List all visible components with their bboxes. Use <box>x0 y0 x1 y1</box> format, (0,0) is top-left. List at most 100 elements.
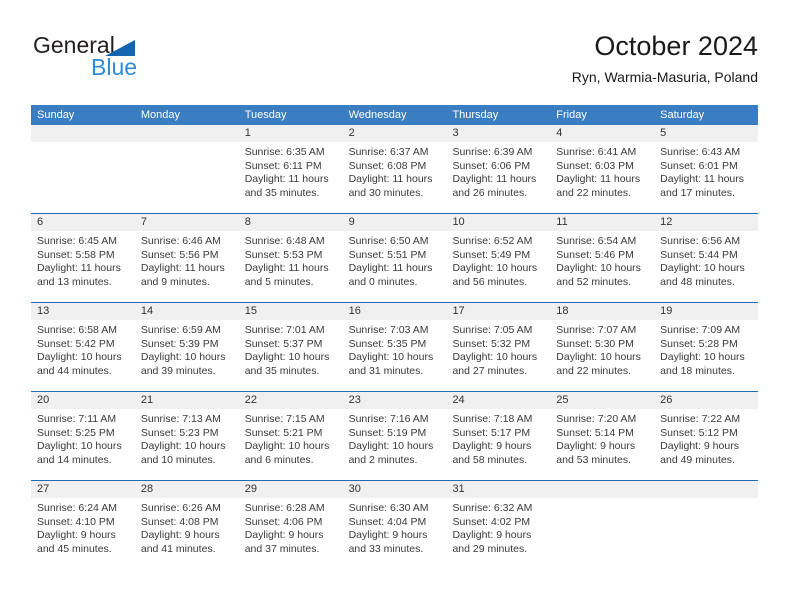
calendar-day-cell[interactable]: 2 Sunrise: 6:37 AM Sunset: 6:08 PM Daylight… <box>342 125 447 213</box>
daylight-text-line2: and 27 minutes. <box>452 364 528 377</box>
calendar-day-cell[interactable]: 17 Sunrise: 7:05 AM Sunset: 5:32 PM Dayligh… <box>446 303 551 391</box>
weekday-header-friday: Friday <box>556 109 587 121</box>
calendar-day-cell[interactable]: 6 Sunrise: 6:45 AM Sunset: 5:58 PM Daylight… <box>31 214 135 302</box>
daylight-text-line1: Daylight: 10 hours <box>37 351 122 363</box>
sunset-text: Sunset: 4:02 PM <box>452 515 531 528</box>
sunrise-text: Sunrise: 7:07 AM <box>556 324 637 336</box>
sunrise-text: Sunrise: 6:43 AM <box>660 146 741 158</box>
sunset-text: Sunset: 5:30 PM <box>556 337 634 350</box>
daylight-text-line2: and 22 minutes. <box>556 364 632 377</box>
calendar-day-cell[interactable]: 12 Sunrise: 6:56 AM Sunset: 5:44 PM Dayligh… <box>654 214 759 302</box>
sunrise-text: Sunrise: 7:20 AM <box>556 413 637 425</box>
weekday-header-tuesday: Tuesday <box>244 109 287 121</box>
calendar-day-cell[interactable]: 8 Sunrise: 6:48 AM Sunset: 5:53 PM Daylight… <box>238 214 343 302</box>
sunrise-text: Sunrise: 6:28 AM <box>244 502 325 514</box>
calendar-day-cell[interactable]: 3 Sunrise: 6:39 AM Sunset: 6:06 PM Daylight… <box>446 125 551 213</box>
day-details: Sunrise: 7:18 AM Sunset: 5:17 PM Daylight:… <box>446 409 550 467</box>
calendar-day-cell[interactable]: 9 Sunrise: 6:50 AM Sunset: 5:51 PM Daylight… <box>342 214 447 302</box>
daylight-text-line2: and 52 minutes. <box>556 275 632 288</box>
calendar-day-cell[interactable]: 23 Sunrise: 7:16 AM Sunset: 5:19 PM Dayligh… <box>342 392 447 480</box>
calendar-day-cell[interactable]: 31 Sunrise: 6:32 AM Sunset: 4:02 PM Dayligh… <box>446 481 551 569</box>
general-blue-logo[interactable]: General Blue <box>31 30 231 86</box>
calendar-day-cell[interactable]: 29 Sunrise: 6:28 AM Sunset: 4:06 PM Dayligh… <box>238 481 343 569</box>
calendar-day-cell[interactable]: 1 Sunrise: 6:35 AM Sunset: 6:11 PM Daylight… <box>238 125 343 213</box>
calendar-day-cell[interactable]: 11 Sunrise: 6:54 AM Sunset: 5:46 PM Dayligh… <box>550 214 655 302</box>
calendar-day-cell[interactable]: 13 Sunrise: 6:58 AM Sunset: 5:42 PM Dayligh… <box>31 303 135 391</box>
day-details: Sunrise: 7:15 AM Sunset: 5:21 PM Daylight:… <box>239 409 343 467</box>
day-number: 26 <box>654 392 759 409</box>
calendar-day-cell[interactable]: 27 Sunrise: 6:24 AM Sunset: 4:10 PM Dayligh… <box>31 481 135 569</box>
day-details: Sunrise: 6:56 AM Sunset: 5:44 PM Daylight:… <box>654 231 758 289</box>
calendar-week-row: 1 Sunrise: 6:35 AM Sunset: 6:11 PM Daylight… <box>31 125 759 213</box>
calendar-day-cell[interactable]: 14 Sunrise: 6:59 AM Sunset: 5:39 PM Dayligh… <box>134 303 239 391</box>
calendar-day-cell[interactable]: 7 Sunrise: 6:46 AM Sunset: 5:56 PM Daylight… <box>134 214 239 302</box>
daylight-text-line1: Daylight: 11 hours <box>556 173 641 185</box>
calendar-week-inner: 1 Sunrise: 6:35 AM Sunset: 6:11 PM Daylight… <box>31 125 759 213</box>
sunset-text: Sunset: 6:08 PM <box>348 159 427 172</box>
calendar-day-cell[interactable]: 5 Sunrise: 6:43 AM Sunset: 6:01 PM Daylight… <box>654 125 759 213</box>
calendar-day-cell[interactable]: 30 Sunrise: 6:30 AM Sunset: 4:04 PM Dayligh… <box>342 481 447 569</box>
calendar-day-cell[interactable]: 22 Sunrise: 7:15 AM Sunset: 5:21 PM Dayligh… <box>238 392 343 480</box>
daylight-text-line2: and 18 minutes. <box>660 364 735 377</box>
calendar-day-cell[interactable]: 19 Sunrise: 7:09 AM Sunset: 5:28 PM Dayligh… <box>654 303 759 391</box>
day-number: 28 <box>134 481 239 498</box>
sunrise-text: Sunrise: 6:45 AM <box>37 235 117 247</box>
day-number: 20 <box>31 392 135 409</box>
calendar-day-cell[interactable]: 25 Sunrise: 7:20 AM Sunset: 5:14 PM Dayligh… <box>550 392 655 480</box>
title-block: October 2024 Ryn, Warmia-Masuria, Poland <box>572 30 758 86</box>
calendar-day-cell[interactable]: 26 Sunrise: 7:22 AM Sunset: 5:12 PM Dayligh… <box>654 392 759 480</box>
sunset-text: Sunset: 5:12 PM <box>660 426 738 439</box>
sunset-text: Sunset: 4:08 PM <box>140 515 219 528</box>
day-number: 6 <box>31 214 135 231</box>
sunset-text: Sunset: 5:49 PM <box>452 248 531 261</box>
sunrise-text: Sunrise: 7:22 AM <box>660 413 741 425</box>
weekday-header-row: Sunday Monday Tuesday Wednesday Thursday… <box>31 105 758 125</box>
calendar-day-cell[interactable]: 18 Sunrise: 7:07 AM Sunset: 5:30 PM Dayligh… <box>550 303 655 391</box>
daylight-text-line1: Daylight: 10 hours <box>140 351 226 363</box>
daylight-text-line1: Daylight: 10 hours <box>556 262 641 274</box>
sunset-text: Sunset: 5:14 PM <box>556 426 634 439</box>
day-details: Sunrise: 7:03 AM Sunset: 5:35 PM Daylight:… <box>343 320 447 378</box>
daylight-text-line1: Daylight: 11 hours <box>660 173 745 185</box>
day-number: 23 <box>342 392 447 409</box>
calendar-day-cell[interactable]: 28 Sunrise: 6:26 AM Sunset: 4:08 PM Dayligh… <box>134 481 239 569</box>
sunset-text: Sunset: 5:39 PM <box>140 337 219 350</box>
calendar-day-cell[interactable]: 10 Sunrise: 6:52 AM Sunset: 5:49 PM Dayligh… <box>446 214 551 302</box>
sunrise-text: Sunrise: 7:18 AM <box>452 413 533 425</box>
daylight-text-line2: and 49 minutes. <box>660 453 735 466</box>
day-details: Sunrise: 6:30 AM Sunset: 4:04 PM Daylight:… <box>343 498 447 556</box>
calendar-day-cell[interactable]: 16 Sunrise: 7:03 AM Sunset: 5:35 PM Dayligh… <box>342 303 447 391</box>
day-details: Sunrise: 6:41 AM Sunset: 6:03 PM Daylight:… <box>550 142 654 200</box>
calendar-day-cell-empty <box>654 481 759 569</box>
day-details: Sunrise: 7:20 AM Sunset: 5:14 PM Daylight:… <box>550 409 654 467</box>
calendar-day-cell[interactable]: 15 Sunrise: 7:01 AM Sunset: 5:37 PM Dayligh… <box>238 303 343 391</box>
sunset-text: Sunset: 5:32 PM <box>452 337 531 350</box>
daylight-text-line2: and 30 minutes. <box>348 186 424 199</box>
daylight-text-line1: Daylight: 11 hours <box>140 262 225 274</box>
day-details: Sunrise: 6:50 AM Sunset: 5:51 PM Daylight:… <box>343 231 447 289</box>
day-number: 21 <box>134 392 239 409</box>
sunset-text: Sunset: 4:04 PM <box>348 515 427 528</box>
calendar-day-cell[interactable]: 20 Sunrise: 7:11 AM Sunset: 5:25 PM Dayligh… <box>31 392 135 480</box>
day-number: 4 <box>550 125 655 142</box>
daylight-text-line1: Daylight: 10 hours <box>660 351 745 363</box>
day-number: 5 <box>654 125 759 142</box>
day-details: Sunrise: 6:37 AM Sunset: 6:08 PM Daylight:… <box>343 142 447 200</box>
day-details: Sunrise: 6:43 AM Sunset: 6:01 PM Daylight:… <box>654 142 758 200</box>
sunrise-text: Sunrise: 6:32 AM <box>452 502 533 514</box>
sunrise-text: Sunrise: 7:01 AM <box>244 324 325 336</box>
day-number: 2 <box>342 125 447 142</box>
daylight-text-line1: Daylight: 9 hours <box>452 529 532 541</box>
calendar-day-cell[interactable]: 24 Sunrise: 7:18 AM Sunset: 5:17 PM Dayligh… <box>446 392 551 480</box>
sunrise-text: Sunrise: 6:46 AM <box>140 235 221 247</box>
daylight-text-line2: and 9 minutes. <box>140 275 210 288</box>
sunset-text: Sunset: 5:25 PM <box>37 426 115 439</box>
sunrise-text: Sunrise: 6:48 AM <box>244 235 325 247</box>
sunrise-text: Sunrise: 7:11 AM <box>37 413 117 425</box>
sunset-text: Sunset: 5:44 PM <box>660 248 738 261</box>
day-details: Sunrise: 6:48 AM Sunset: 5:53 PM Daylight:… <box>239 231 343 289</box>
calendar-day-cell[interactable]: 21 Sunrise: 7:13 AM Sunset: 5:23 PM Dayligh… <box>134 392 239 480</box>
calendar-day-cell[interactable]: 4 Sunrise: 6:41 AM Sunset: 6:03 PM Daylight… <box>550 125 655 213</box>
day-details: Sunrise: 6:32 AM Sunset: 4:02 PM Daylight:… <box>446 498 550 556</box>
weekday-header-sunday: Sunday <box>37 109 75 121</box>
